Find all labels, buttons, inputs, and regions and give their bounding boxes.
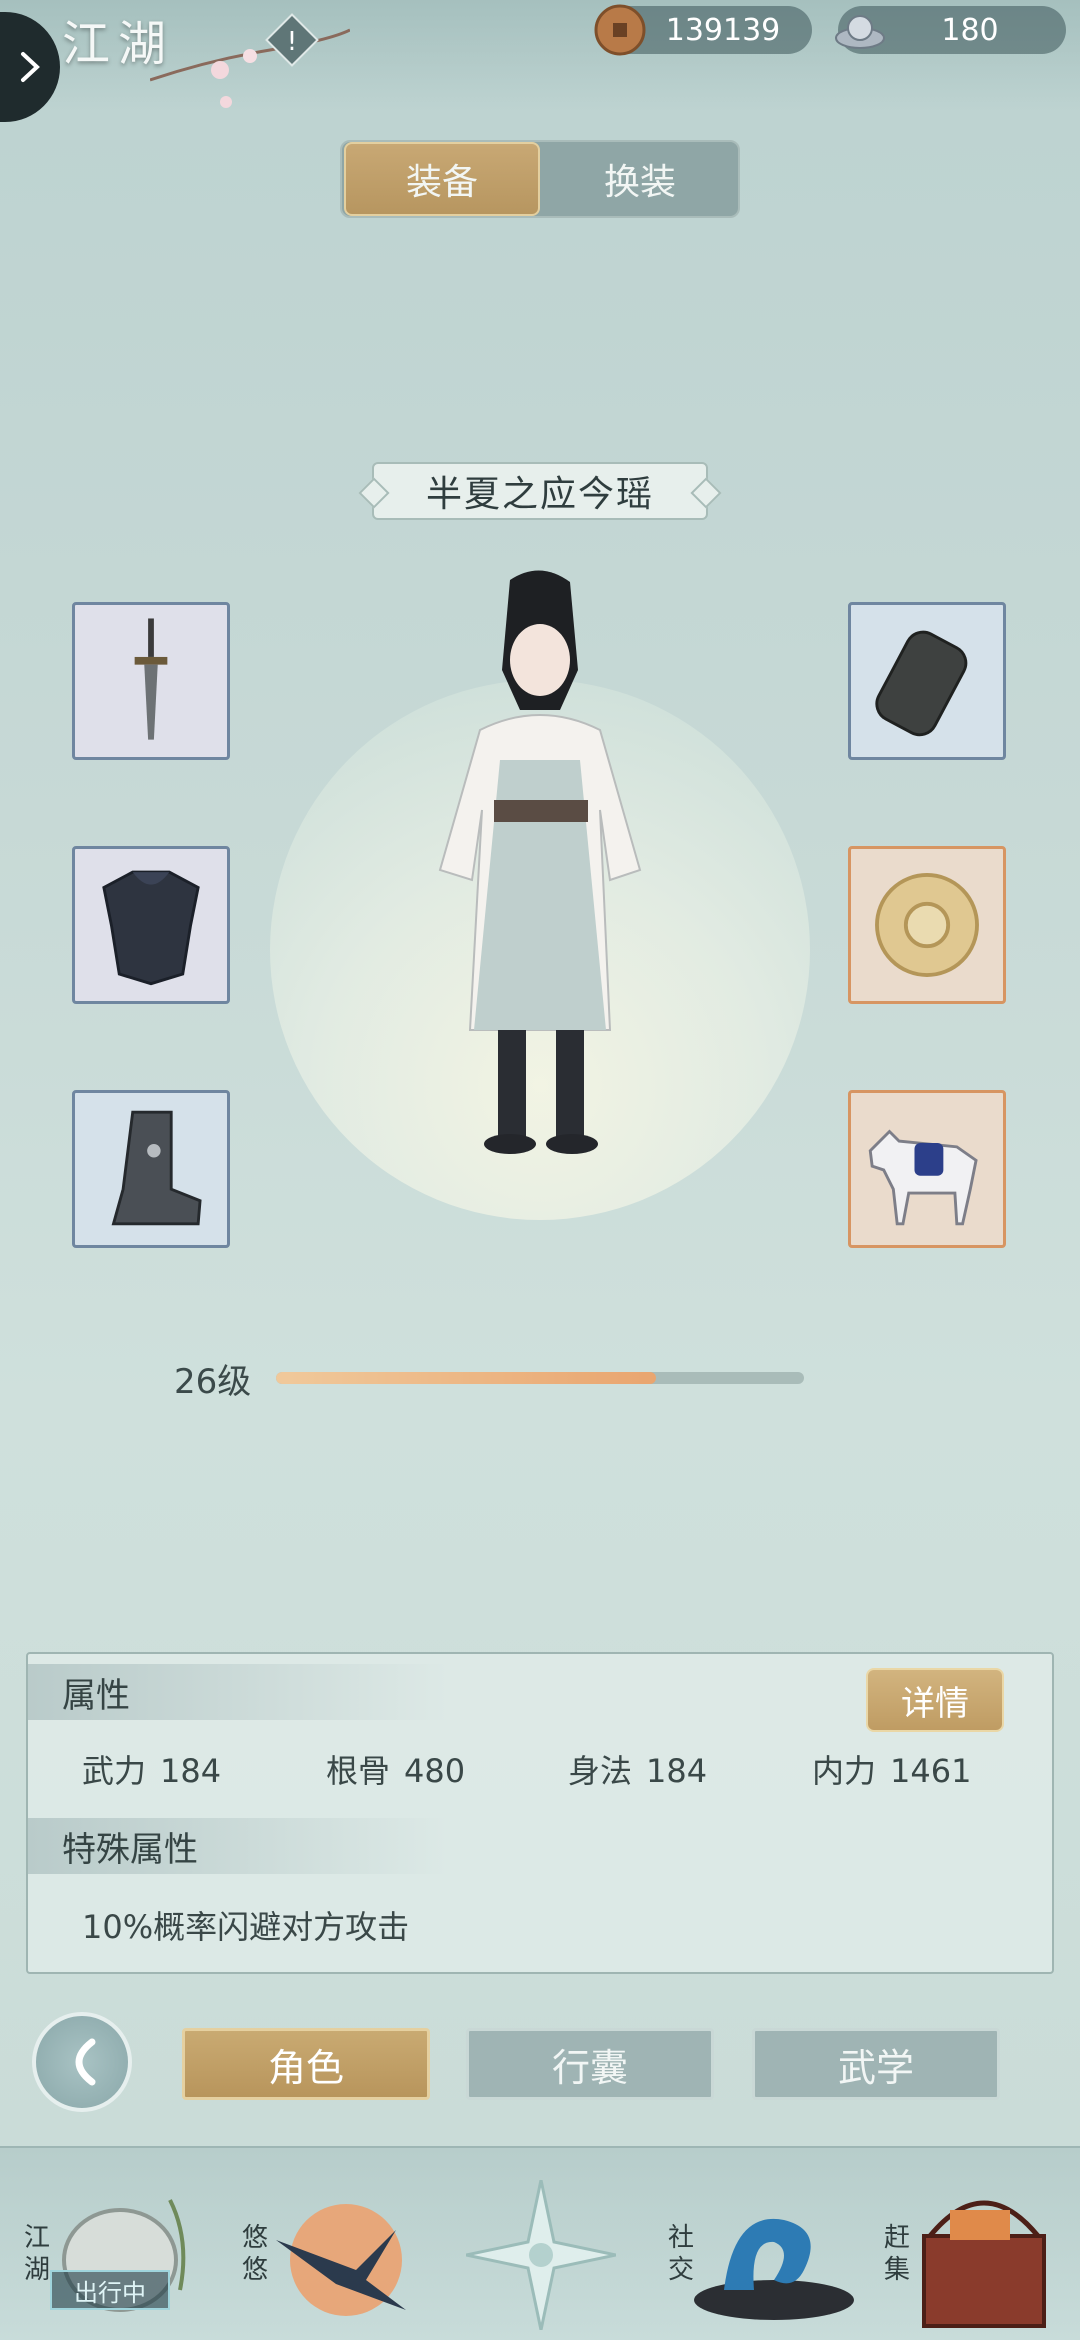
bracer-icon — [875, 630, 968, 737]
stat-value: 1461 — [890, 1752, 972, 1790]
copper-coin-counter[interactable]: 139139 — [594, 4, 812, 56]
accessory-slot[interactable] — [848, 846, 1006, 1004]
hint-icon[interactable]: ! — [262, 10, 322, 70]
weapon-dagger-icon — [134, 618, 168, 740]
stat-neili: 内力 1461 — [812, 1746, 971, 1792]
stat-shenfa: 身法 184 — [568, 1746, 707, 1792]
tab-role[interactable]: 角色 — [182, 2028, 430, 2100]
boots-icon — [111, 1110, 202, 1226]
outing-status-badge: 出行中 — [50, 2270, 170, 2310]
stat-value: 480 — [404, 1752, 466, 1790]
chevron-right-icon — [21, 52, 40, 82]
dock-label-market: 赶集 — [884, 2223, 911, 2285]
bracer-slot[interactable] — [848, 602, 1006, 760]
back-button[interactable] — [32, 2012, 132, 2112]
silver-ingot-icon — [835, 15, 885, 49]
back-arrow-icon — [75, 2038, 96, 2086]
experience-bar-fill — [276, 1372, 657, 1384]
special-attributes-heading: 特殊属性 — [28, 1818, 448, 1874]
armor-slot[interactable] — [72, 846, 230, 1004]
tab-equipment[interactable]: 装备 — [344, 142, 540, 216]
jade-pendant-icon — [875, 873, 979, 977]
stat-label: 身法 — [568, 1752, 633, 1790]
character-model — [438, 570, 642, 1154]
attributes-heading: 属性 — [28, 1664, 448, 1720]
silver-value: 180 — [941, 12, 999, 48]
attribute-panel: 属性 详情 武力 184 根骨 480 身法 184 内力 1461 特殊属性 10%概… — [26, 1652, 1054, 1974]
mount-slot[interactable] — [848, 1090, 1006, 1248]
details-button[interactable]: 详情 — [866, 1668, 1004, 1732]
dock-label-social: 社交 — [668, 2223, 695, 2285]
armor-chestplate-icon — [102, 870, 200, 986]
copper-value: 139139 — [665, 12, 781, 48]
copper-coin-icon — [594, 4, 646, 56]
stat-wuli: 武力 184 — [82, 1746, 221, 1792]
boots-slot[interactable] — [72, 1090, 230, 1248]
silver-ingot-counter[interactable]: 180 — [835, 6, 1066, 54]
stat-label: 武力 — [82, 1752, 147, 1790]
compass-star-icon — [465, 2179, 617, 2331]
equip-outfit-toggle: 装备 换装 — [340, 140, 740, 218]
experience-bar — [276, 1372, 804, 1384]
character-level: 26级 — [174, 1362, 252, 1402]
svg-text:!: ! — [287, 27, 297, 57]
scene-title: 江湖 — [62, 16, 175, 72]
weapon-slot[interactable] — [72, 602, 230, 760]
stat-value: 184 — [646, 1752, 708, 1790]
dock-label-youyou: 悠悠 — [242, 2223, 269, 2285]
stat-gengu: 根骨 480 — [326, 1746, 465, 1792]
character-name: 半夏之应今瑶 — [372, 462, 708, 520]
horse-mount-icon — [868, 1129, 978, 1226]
tab-bag[interactable]: 行囊 — [466, 2028, 714, 2100]
special-attribute-text: 10%概率闪避对方攻击 — [82, 1908, 410, 1946]
tab-outfit[interactable]: 换装 — [542, 142, 738, 216]
stat-label: 内力 — [812, 1752, 877, 1790]
stat-value: 184 — [160, 1752, 222, 1790]
tab-martial-arts[interactable]: 武学 — [752, 2028, 1000, 2100]
dock-center[interactable] — [465, 2179, 617, 2331]
stat-label: 根骨 — [326, 1752, 391, 1790]
